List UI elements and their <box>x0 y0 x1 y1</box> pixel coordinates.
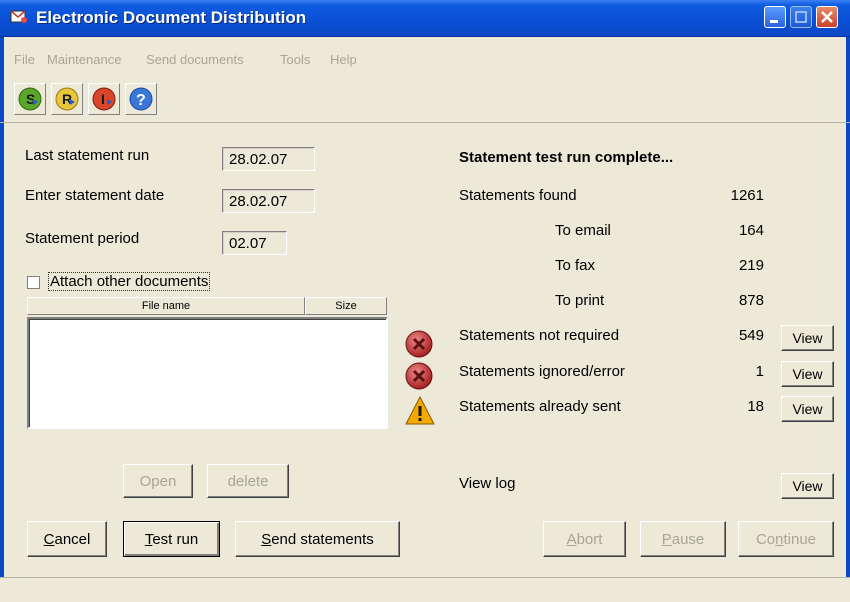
already-sent-label: Statements already sent <box>459 398 621 415</box>
continue-mnemonic: n <box>775 531 784 548</box>
to-print-label: To print <box>555 292 605 309</box>
to-fax-label: To fax <box>555 257 596 274</box>
attached-files-list[interactable] <box>27 317 388 429</box>
view-log-button[interactable]: View <box>781 473 834 499</box>
view-not-required-button[interactable]: View <box>781 325 834 351</box>
app-icon <box>10 10 27 23</box>
send-mnemonic: S <box>261 531 272 548</box>
to-print-value: 878 <box>738 292 764 309</box>
menu-send-documents[interactable]: Send documents <box>146 52 244 67</box>
warning-icon <box>405 395 435 425</box>
column-file-name[interactable]: File name <box>27 297 305 315</box>
cancel-label: ancel <box>54 531 91 548</box>
invoices-icon-letter: I <box>101 91 105 107</box>
last-run-field: 28.02.07 <box>222 147 315 171</box>
abort-button[interactable]: Abort <box>543 521 626 557</box>
view-ignored-button[interactable]: View <box>781 361 834 387</box>
statement-period-input[interactable]: 02.07 <box>222 231 287 255</box>
menu-help[interactable]: Help <box>330 52 357 67</box>
remittances-icon: R <box>55 87 79 111</box>
period-label: Statement period <box>25 230 140 247</box>
menu-tools[interactable]: Tools <box>280 52 310 67</box>
send-statements-button[interactable]: Send statements <box>235 521 400 557</box>
minimize-icon <box>770 20 778 23</box>
statement-date-input[interactable]: 28.02.07 <box>222 189 315 213</box>
maximize-icon <box>795 11 807 23</box>
statements-found-label: Statements found <box>459 187 577 204</box>
pause-mnemonic: P <box>661 531 672 548</box>
view-already-sent-button[interactable]: View <box>781 396 834 422</box>
window-title: Electronic Document Distribution <box>36 8 307 27</box>
maximize-button[interactable] <box>790 6 812 28</box>
continue-button[interactable]: Continue <box>738 521 834 557</box>
column-size[interactable]: Size <box>305 297 387 315</box>
view-log-label: View log <box>459 475 516 492</box>
file-table-header: File name Size <box>27 297 387 315</box>
results-heading: Statement test run complete... <box>459 149 674 166</box>
help-icon-glyph: ? <box>136 92 146 109</box>
continue-label-end: tinue <box>783 531 817 548</box>
to-email-label: To email <box>555 222 611 239</box>
not-required-error-icon <box>405 330 433 358</box>
to-email-value: 164 <box>738 222 764 239</box>
invoices-tool-button[interactable]: I <box>88 83 120 115</box>
to-fax-value: 219 <box>738 257 764 274</box>
status-bar <box>0 577 850 602</box>
menu-maintenance[interactable]: Maintenance <box>47 52 121 67</box>
menu-file[interactable]: File <box>14 52 35 67</box>
not-required-label: Statements not required <box>459 327 620 344</box>
ignored-error-value: 1 <box>755 363 764 380</box>
statements-tool-button[interactable]: S <box>14 83 46 115</box>
close-icon <box>821 11 833 23</box>
close-button[interactable] <box>816 6 838 28</box>
ignored-error-icon <box>405 362 433 390</box>
open-button[interactable]: Open <box>123 464 193 498</box>
statements-icon-letter: S <box>26 91 35 107</box>
enter-date-label: Enter statement date <box>25 187 165 204</box>
pause-button[interactable]: Pause <box>640 521 726 557</box>
send-label: end statements <box>271 531 374 548</box>
not-required-value: 549 <box>738 327 764 344</box>
invoices-icon: I <box>92 87 116 111</box>
statements-found-value: 1261 <box>730 187 764 204</box>
abort-mnemonic: A <box>566 531 577 548</box>
cancel-mnemonic: C <box>43 531 55 548</box>
help-icon: ? <box>129 87 153 111</box>
test-run-label: est run <box>152 531 199 548</box>
help-tool-button[interactable]: ? <box>125 83 157 115</box>
attach-documents-label[interactable]: Attach other documents <box>48 272 211 291</box>
cancel-button[interactable]: Cancel <box>27 521 107 557</box>
minimize-button[interactable] <box>764 6 786 28</box>
pause-label: ause <box>671 531 705 548</box>
abort-label: bort <box>576 531 603 548</box>
attach-documents-checkbox[interactable] <box>27 276 40 289</box>
test-run-button[interactable]: Test run <box>123 521 220 557</box>
last-run-label: Last statement run <box>25 147 150 164</box>
statements-icon: S <box>18 87 42 111</box>
continue-label-start: Co <box>755 531 776 548</box>
ignored-error-label: Statements ignored/error <box>459 363 625 380</box>
already-sent-value: 18 <box>747 398 764 415</box>
remittances-tool-button[interactable]: R <box>51 83 83 115</box>
delete-button[interactable]: delete <box>207 464 289 498</box>
